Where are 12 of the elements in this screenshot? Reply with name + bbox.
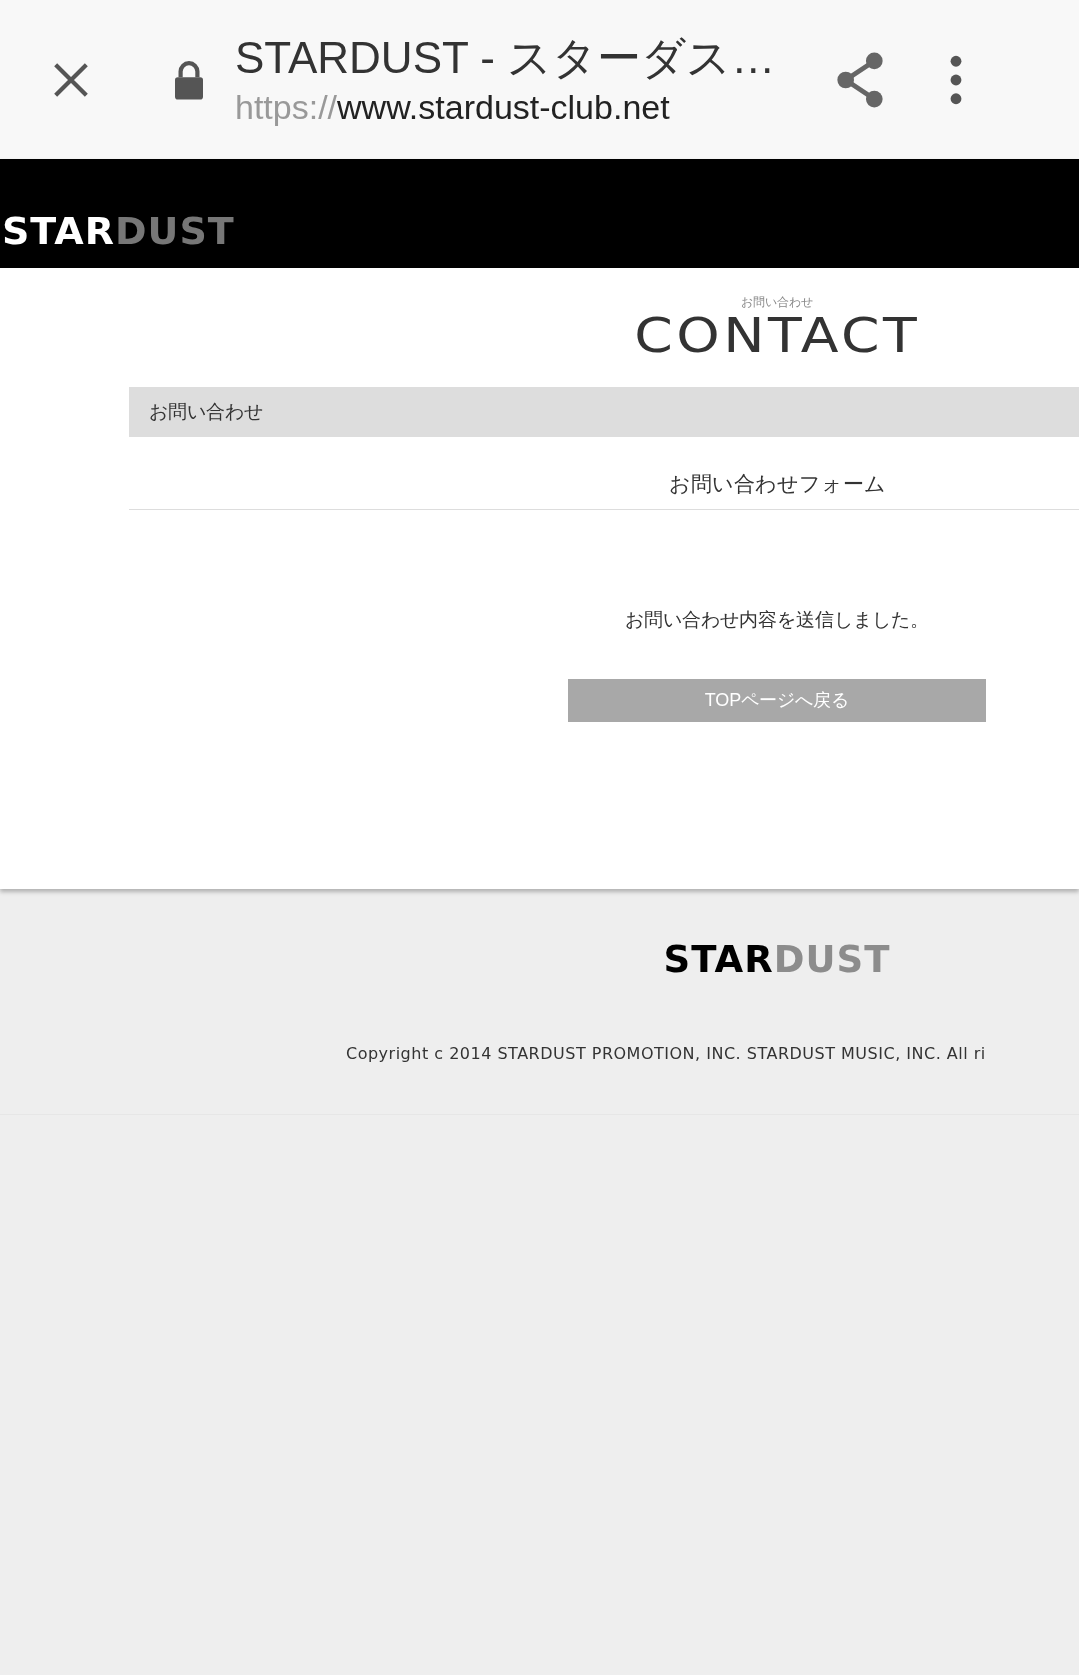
contact-heading: CONTACT bbox=[634, 310, 920, 360]
lock-icon bbox=[172, 58, 206, 101]
breadcrumb-text: お問い合わせ bbox=[149, 399, 263, 424]
stardust-logo: STARDUST bbox=[663, 941, 891, 978]
heading-ruby: お問い合わせ bbox=[741, 294, 813, 310]
form-title: お問い合わせフォーム bbox=[668, 470, 886, 497]
menu-icon[interactable] bbox=[949, 54, 963, 105]
url-text[interactable]: https://www.stardust-club.net bbox=[235, 84, 805, 129]
sent-message: お問い合わせ内容を送信しました。 bbox=[625, 608, 929, 632]
copyright-text: Copyright c 2014 STARDUST PROMOTION, INC. STARDUST MUSIC, INC. All ri bbox=[346, 1043, 987, 1065]
page-title: STARDUST - スターダス… bbox=[235, 31, 777, 84]
stardust-logo: STARDUST bbox=[2, 212, 235, 250]
